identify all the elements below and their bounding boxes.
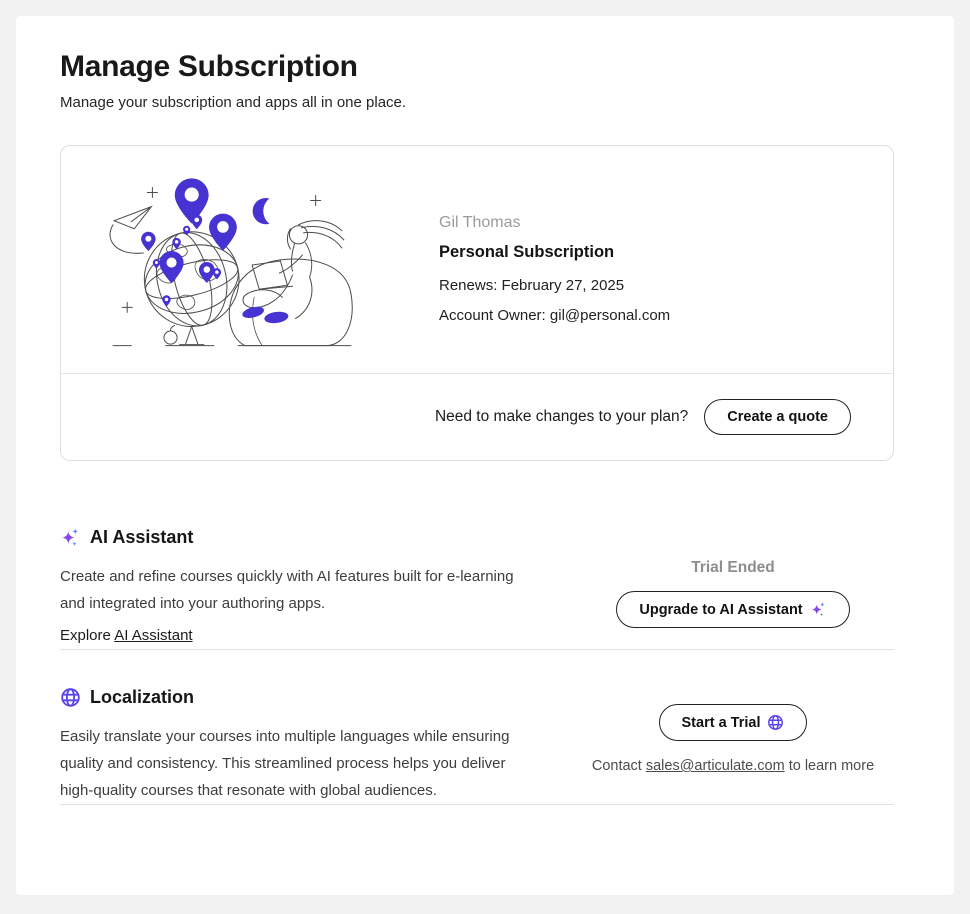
explore-line: Explore AI Assistant bbox=[60, 622, 583, 649]
page-title: Manage Subscription bbox=[60, 50, 894, 84]
plan-change-question: Need to make changes to your plan? bbox=[435, 408, 688, 426]
contact-prefix: Contact bbox=[592, 758, 646, 774]
ai-assistant-info: AI Assistant Create and refine courses q… bbox=[44, 527, 583, 649]
upgrade-ai-assistant-label: Upgrade to AI Assistant bbox=[639, 602, 802, 618]
subscription-info: Gil Thomas Personal Subscription Renews:… bbox=[439, 164, 670, 373]
account-owner: Account Owner: gil@personal.com bbox=[439, 307, 670, 324]
content-panel: Manage Subscription Manage your subscrip… bbox=[16, 16, 954, 895]
renews-label: Renews: bbox=[439, 277, 497, 294]
localization-title: Localization bbox=[90, 687, 194, 708]
trial-status-badge: Trial Ended bbox=[583, 559, 883, 577]
section-divider bbox=[60, 804, 894, 805]
explore-prefix: Explore bbox=[60, 627, 114, 644]
ai-assistant-actions: Trial Ended Upgrade to AI Assistant bbox=[583, 527, 883, 649]
renews-value: February 27, 2025 bbox=[502, 277, 625, 294]
localization-actions: Start a Trial Contact sales@articulate.c… bbox=[583, 687, 883, 804]
sparkles-icon bbox=[60, 527, 81, 548]
contact-sales-line: Contact sales@articulate.com to learn mo… bbox=[583, 758, 883, 774]
globe-illustration bbox=[101, 168, 363, 350]
renewal-date: Renews: February 27, 2025 bbox=[439, 277, 670, 294]
subscription-card-main: Gil Thomas Personal Subscription Renews:… bbox=[61, 146, 893, 373]
globe-icon bbox=[60, 687, 81, 708]
localization-info: Localization Easily translate your cours… bbox=[44, 687, 583, 804]
localization-heading: Localization bbox=[60, 687, 583, 708]
start-trial-label: Start a Trial bbox=[682, 715, 761, 731]
sales-email-link[interactable]: sales@articulate.com bbox=[646, 758, 785, 774]
ai-assistant-section: AI Assistant Create and refine courses q… bbox=[44, 527, 894, 649]
account-owner-value: gil@personal.com bbox=[550, 307, 670, 324]
page-subtitle: Manage your subscription and apps all in… bbox=[60, 94, 894, 111]
localization-section: Localization Easily translate your cours… bbox=[44, 687, 894, 804]
start-trial-button[interactable]: Start a Trial bbox=[659, 704, 808, 741]
create-quote-button[interactable]: Create a quote bbox=[704, 399, 851, 435]
globe-icon bbox=[767, 714, 784, 731]
owner-name: Gil Thomas bbox=[439, 214, 670, 232]
ai-assistant-heading: AI Assistant bbox=[60, 527, 583, 548]
create-quote-label: Create a quote bbox=[727, 409, 828, 425]
ai-assistant-description: Create and refine courses quickly with A… bbox=[60, 563, 530, 617]
subscription-card-footer: Need to make changes to your plan? Creat… bbox=[61, 373, 893, 460]
plan-name: Personal Subscription bbox=[439, 243, 670, 262]
upgrade-ai-assistant-button[interactable]: Upgrade to AI Assistant bbox=[616, 591, 849, 628]
explore-ai-assistant-link[interactable]: AI Assistant bbox=[114, 627, 192, 644]
contact-suffix: to learn more bbox=[785, 758, 874, 774]
ai-assistant-title: AI Assistant bbox=[90, 527, 193, 548]
section-divider bbox=[60, 649, 894, 650]
account-owner-label: Account Owner: bbox=[439, 307, 546, 324]
localization-description: Easily translate your courses into multi… bbox=[60, 723, 530, 804]
subscription-card: Gil Thomas Personal Subscription Renews:… bbox=[60, 145, 894, 461]
sparkles-icon bbox=[810, 601, 827, 618]
